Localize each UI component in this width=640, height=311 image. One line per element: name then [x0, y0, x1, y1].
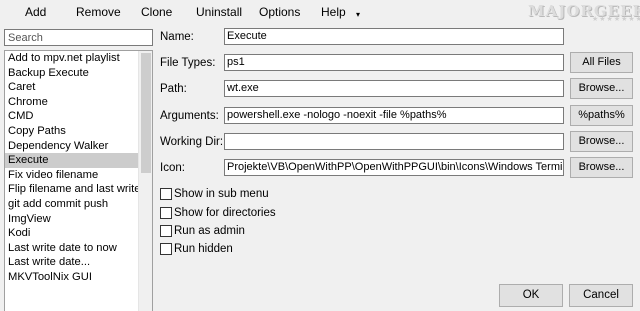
list-item[interactable]: Backup Execute: [5, 66, 139, 81]
command-list-items: Add to mpv.net playlist Backup Execute Car…: [5, 51, 139, 285]
list-item[interactable]: Execute: [5, 153, 139, 168]
command-list[interactable]: Add to mpv.net playlist Backup Execute Car…: [4, 50, 153, 311]
watermark-stars: ★★★★★★★.COM: [592, 16, 640, 23]
run-hidden-checkbox[interactable]: [160, 243, 172, 255]
file-types-field[interactable]: ps1: [224, 54, 564, 71]
menu-options[interactable]: Options: [259, 4, 300, 20]
list-item[interactable]: Last write date to now: [5, 241, 139, 256]
menu-help[interactable]: Help: [321, 4, 346, 20]
list-item[interactable]: Add to mpv.net playlist: [5, 51, 139, 66]
show-sub-menu-label: Show in sub menu: [174, 188, 269, 200]
working-dir-label: Working Dir:: [160, 136, 224, 148]
list-item[interactable]: CMD: [5, 109, 139, 124]
browse-icon-button[interactable]: Browse...: [570, 157, 633, 178]
menu-remove[interactable]: Remove: [76, 4, 121, 20]
list-item[interactable]: ImgView: [5, 212, 139, 227]
list-item[interactable]: git add commit push: [5, 197, 139, 212]
browse-dir-button[interactable]: Browse...: [570, 131, 633, 152]
list-item[interactable]: MKVToolNix GUI: [5, 270, 139, 285]
list-item[interactable]: Last write date...: [5, 255, 139, 270]
show-for-directories-label: Show for directories: [174, 207, 276, 219]
arguments-label: Arguments:: [160, 110, 219, 122]
show-for-directories-checkbox[interactable]: [160, 207, 172, 219]
run-as-admin-checkbox[interactable]: [160, 225, 172, 237]
list-item[interactable]: Dependency Walker: [5, 139, 139, 154]
run-hidden-label: Run hidden: [174, 243, 233, 255]
browse-path-button[interactable]: Browse...: [570, 78, 633, 99]
file-types-label: File Types:: [160, 57, 216, 69]
arguments-field[interactable]: powershell.exe -nologo -noexit -file %pa…: [224, 107, 564, 124]
icon-field[interactable]: Projekte\VB\OpenWithPP\OpenWithPPGUI\bin…: [224, 159, 564, 176]
list-item[interactable]: Fix video filename: [5, 168, 139, 183]
all-files-button[interactable]: All Files: [570, 52, 633, 73]
menu-overflow-chevron-icon[interactable]: ▾: [356, 7, 360, 23]
list-scrollbar[interactable]: [138, 51, 152, 311]
name-field[interactable]: Execute: [224, 28, 564, 45]
list-item[interactable]: Kodi: [5, 226, 139, 241]
scrollbar-thumb[interactable]: [141, 53, 151, 173]
search-input[interactable]: [4, 29, 153, 46]
path-label: Path:: [160, 83, 187, 95]
show-sub-menu-checkbox[interactable]: [160, 188, 172, 200]
name-label: Name:: [160, 31, 194, 43]
icon-label: Icon:: [160, 162, 185, 174]
list-item[interactable]: Chrome: [5, 95, 139, 110]
list-item[interactable]: Caret: [5, 80, 139, 95]
menu-bar: Add Remove Clone Uninstall Options Help …: [0, 0, 640, 24]
run-as-admin-label: Run as admin: [174, 225, 245, 237]
menu-clone[interactable]: Clone: [141, 4, 172, 20]
menu-add[interactable]: Add: [25, 4, 46, 20]
list-item[interactable]: Flip filename and last write...: [5, 182, 139, 197]
ok-button[interactable]: OK: [499, 284, 563, 307]
menu-uninstall[interactable]: Uninstall: [196, 4, 242, 20]
paths-variable-button[interactable]: %paths%: [570, 105, 633, 126]
path-field[interactable]: wt.exe: [224, 80, 564, 97]
cancel-button[interactable]: Cancel: [569, 284, 633, 307]
working-dir-field[interactable]: [224, 133, 564, 150]
list-item[interactable]: Copy Paths: [5, 124, 139, 139]
